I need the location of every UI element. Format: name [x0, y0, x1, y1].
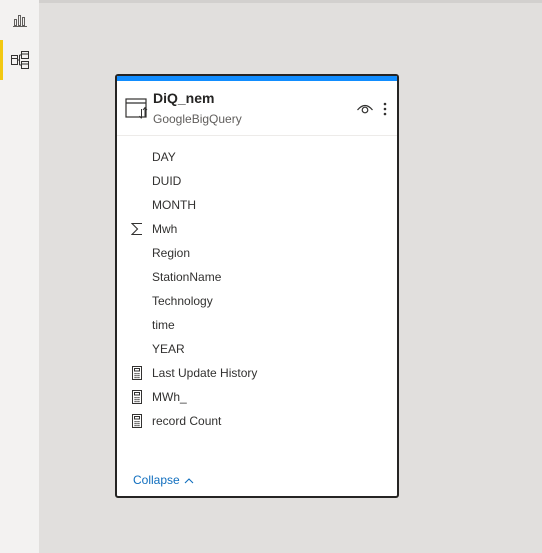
more-options-icon	[383, 102, 387, 116]
field-label: Last Update History	[152, 366, 258, 380]
field-month[interactable]: MONTH	[117, 193, 397, 217]
field-label: StationName	[152, 270, 222, 284]
field-list: DAY DUID MONTH Mwh Region StationName Te…	[117, 145, 397, 433]
field-label: time	[152, 318, 175, 332]
field-label: record Count	[152, 414, 222, 428]
field-label: DAY	[152, 150, 176, 164]
field-stationname[interactable]: StationName	[117, 265, 397, 289]
measure-mwh[interactable]: MWh_	[117, 385, 397, 409]
field-label: Technology	[152, 294, 213, 308]
chevron-up-icon	[184, 477, 194, 483]
view-switcher	[0, 0, 39, 553]
field-day[interactable]: DAY	[117, 145, 397, 169]
table-source: GoogleBigQuery	[153, 112, 242, 126]
field-time[interactable]: time	[117, 313, 397, 337]
table-title: DiQ_nem	[153, 90, 215, 106]
table-icon	[125, 98, 148, 119]
calculator-icon	[129, 411, 145, 431]
measure-record-count[interactable]: record Count	[117, 409, 397, 433]
table-card-header[interactable]: DiQ_nem GoogleBigQuery	[117, 81, 397, 136]
field-label: DUID	[152, 174, 182, 188]
bar-chart-icon	[12, 15, 27, 27]
model-diagram-icon	[10, 51, 29, 69]
sigma-icon	[129, 219, 145, 239]
field-label: Region	[152, 246, 191, 260]
measure-last-update-history[interactable]: Last Update History	[117, 361, 397, 385]
top-border	[0, 0, 542, 3]
visibility-toggle-button[interactable]	[355, 99, 375, 119]
field-label: MWh_	[152, 390, 187, 404]
calculator-icon	[129, 387, 145, 407]
table-card[interactable]: DiQ_nem GoogleBigQuery DAY DUID MONTH Mw…	[115, 74, 399, 498]
field-region[interactable]: Region	[117, 241, 397, 265]
field-duid[interactable]: DUID	[117, 169, 397, 193]
calculator-icon	[129, 363, 145, 383]
field-year[interactable]: YEAR	[117, 337, 397, 361]
field-label: MONTH	[152, 198, 196, 212]
field-label: YEAR	[152, 342, 185, 356]
model-view-button[interactable]	[0, 40, 39, 80]
report-view-button[interactable]	[0, 0, 39, 40]
field-label: Mwh	[152, 222, 178, 236]
field-mwh[interactable]: Mwh	[117, 217, 397, 241]
collapse-button[interactable]: Collapse	[133, 473, 194, 487]
more-options-button[interactable]	[378, 99, 392, 119]
collapse-label: Collapse	[133, 473, 180, 487]
eye-icon	[357, 104, 373, 114]
field-technology[interactable]: Technology	[117, 289, 397, 313]
